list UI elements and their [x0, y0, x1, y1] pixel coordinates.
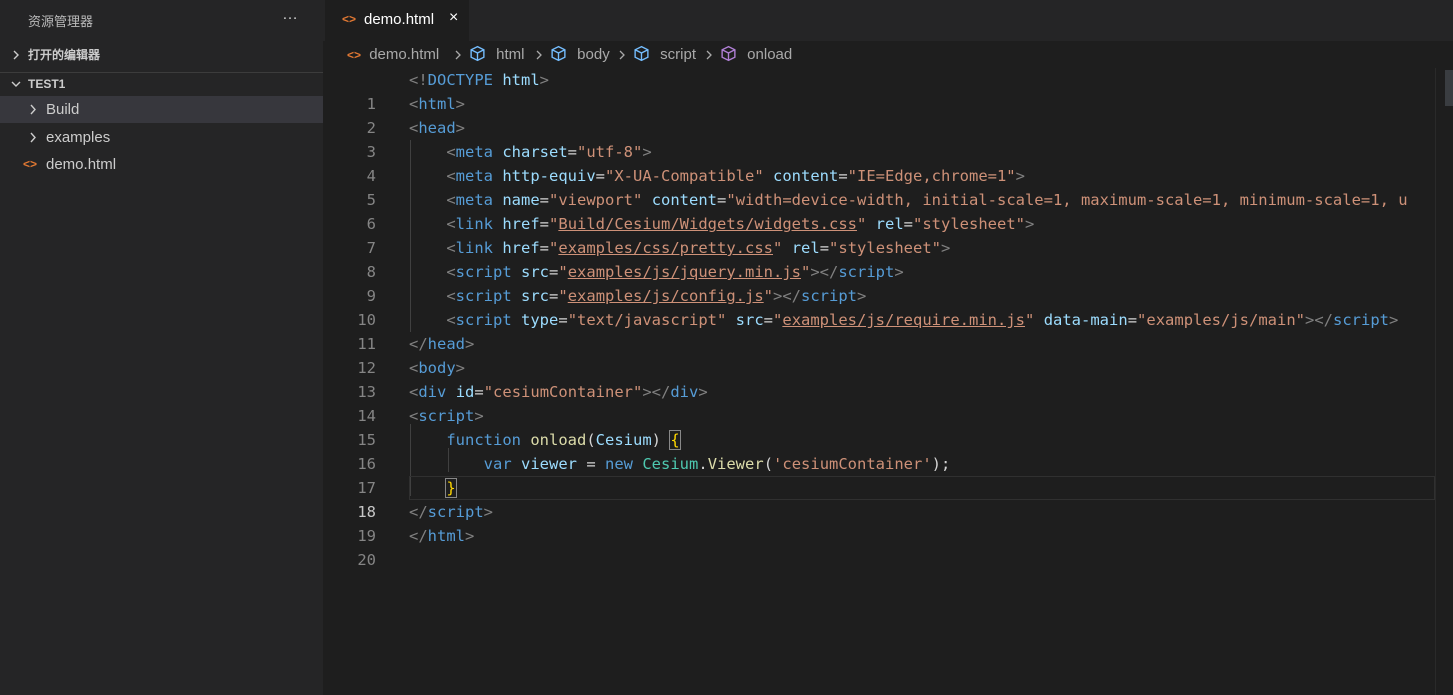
open-editors-section[interactable]: 打开的编辑器	[0, 44, 323, 66]
overview-ruler	[1435, 68, 1436, 695]
file-link[interactable]: Build/Cesium/Widgets/widgets.css	[558, 215, 857, 233]
code-text: <link href="Build/Cesium/Widgets/widgets…	[446, 215, 1035, 233]
code-line: 3 <head>	[323, 116, 1435, 161]
code-line: 6 <meta name="viewport" content="width=d…	[323, 188, 1435, 233]
file-link[interactable]: examples/js/require.min.js	[782, 311, 1025, 329]
code-text: <meta http-equiv="X-UA-Compatible" conte…	[446, 167, 1025, 185]
code-line: 5 <meta http-equiv="X-UA-Compatible" con…	[323, 164, 1435, 209]
tab-label: demo.html	[364, 11, 435, 28]
breadcrumb-label: demo.html	[369, 46, 440, 63]
explorer-title: 资源管理器	[28, 14, 94, 29]
current-code-line: 18 }	[357, 476, 1435, 521]
code-text: <meta charset="utf-8">	[446, 143, 652, 161]
workspace-section[interactable]: TEST1	[0, 72, 323, 95]
tree-item-label: examples	[46, 129, 111, 146]
html-file-icon: <>	[347, 48, 362, 62]
scrollbar-thumb[interactable]	[1445, 70, 1453, 106]
code-line: 14 <div id="cesiumContainer"></div>	[323, 380, 1435, 425]
tree-item-label: demo.html	[46, 156, 117, 173]
cube-icon	[634, 45, 649, 62]
code-text: <link href="examples/css/pretty.css" rel…	[446, 239, 951, 257]
tab-bar: <> demo.html ×	[323, 0, 1453, 41]
code-line: 15 <script>	[323, 404, 1435, 449]
code-line: 13 <body>	[323, 356, 1435, 401]
editor-area: <> demo.html × <> demo.html html body sc…	[323, 0, 1453, 695]
explorer-sidebar: 资源管理器 … 打开的编辑器 TEST1 Build examples <> d…	[0, 0, 323, 695]
code-text: <body>	[409, 359, 466, 377]
code-text: </script>	[409, 503, 494, 521]
file-link[interactable]: examples/js/jquery.min.js	[568, 263, 801, 281]
more-actions-icon[interactable]: …	[282, 6, 299, 24]
code-text: <div id="cesiumContainer"></div>	[409, 383, 708, 401]
vertical-scrollbar[interactable]	[1435, 68, 1453, 695]
code-editor[interactable]: 1 <!DOCTYPE html> 2 <html> 3 <head> 4 <m…	[323, 68, 1435, 695]
code-text: <script src="examples/js/jquery.min.js">…	[446, 263, 904, 281]
code-line: 2 <html>	[323, 92, 1435, 137]
cube-icon	[551, 45, 566, 62]
matching-brace: {	[669, 430, 681, 450]
html-file-icon: <>	[23, 157, 38, 171]
code-line: 12 </head>	[323, 332, 1435, 377]
file-link[interactable]: examples/js/config.js	[568, 287, 764, 305]
code-line: 1 <!DOCTYPE html>	[323, 68, 1435, 113]
workspace-label: TEST1	[28, 77, 66, 91]
breadcrumb-label: onload	[747, 46, 793, 63]
breadcrumb-item-script[interactable]: script	[633, 44, 696, 66]
file-link[interactable]: examples/css/pretty.css	[558, 239, 773, 257]
code-line: 10 <script src="examples/js/config.js"><…	[323, 284, 1435, 329]
code-text: <html>	[409, 95, 466, 113]
code-text: <!DOCTYPE html>	[409, 71, 550, 89]
breadcrumb-item-file[interactable]: <> demo.html	[347, 44, 439, 66]
tab-demo-html[interactable]: <> demo.html ×	[325, 0, 469, 41]
chevron-right-icon	[9, 44, 23, 73]
code-text: function onload(Cesium) {	[446, 430, 681, 450]
code-text: }	[409, 476, 457, 500]
code-line: 17 var viewer = new Cesium.Viewer('cesiu…	[323, 452, 1435, 497]
code-line: 16 function onload(Cesium) {	[323, 428, 1435, 473]
line-number: 17	[357, 479, 376, 497]
breadcrumb-label: script	[660, 46, 697, 63]
close-icon[interactable]: ×	[449, 9, 458, 27]
code-text: var viewer = new Cesium.Viewer('cesiumCo…	[483, 455, 951, 473]
method-icon	[721, 45, 736, 62]
line-number: 20	[357, 551, 376, 569]
code-text: <meta name="viewport" content="width=dev…	[446, 191, 1408, 209]
tree-item-build[interactable]: Build	[0, 96, 323, 123]
breadcrumb-label: html	[496, 46, 525, 63]
code-line: 4 <meta charset="utf-8">	[323, 140, 1435, 185]
code-line: 20 </html>	[323, 524, 1435, 569]
code-line: 7 <link href="Build/Cesium/Widgets/widge…	[323, 212, 1435, 257]
code-text: <head>	[409, 119, 466, 137]
breadcrumb-item-body[interactable]: body	[550, 44, 610, 66]
breadcrumb-item-html[interactable]: html	[469, 44, 525, 66]
code-text: </html>	[409, 527, 475, 545]
code-line: 8 <link href="examples/css/pretty.css" r…	[323, 236, 1435, 281]
code-line: 9 <script src="examples/js/jquery.min.js…	[323, 260, 1435, 305]
tree-item-label: Build	[46, 101, 80, 118]
html-file-icon: <>	[342, 12, 357, 26]
breadcrumb-label: body	[577, 46, 610, 63]
code-line: 11 <script type="text/javascript" src="e…	[323, 308, 1435, 353]
cube-icon	[470, 45, 485, 62]
code-text: <script>	[409, 407, 484, 425]
breadcrumb-item-onload[interactable]: onload	[720, 44, 792, 66]
tree-item-examples[interactable]: examples	[0, 124, 323, 151]
code-text: <script type="text/javascript" src="exam…	[446, 311, 1399, 329]
code-text: </head>	[409, 335, 475, 353]
tree-item-demo-html[interactable]: <> demo.html	[0, 151, 323, 178]
code-line: 19 </script>	[323, 500, 1435, 545]
code-text: <script src="examples/js/config.js"></sc…	[446, 287, 867, 305]
open-editors-label: 打开的编辑器	[28, 48, 101, 62]
matching-brace: }	[445, 478, 457, 498]
